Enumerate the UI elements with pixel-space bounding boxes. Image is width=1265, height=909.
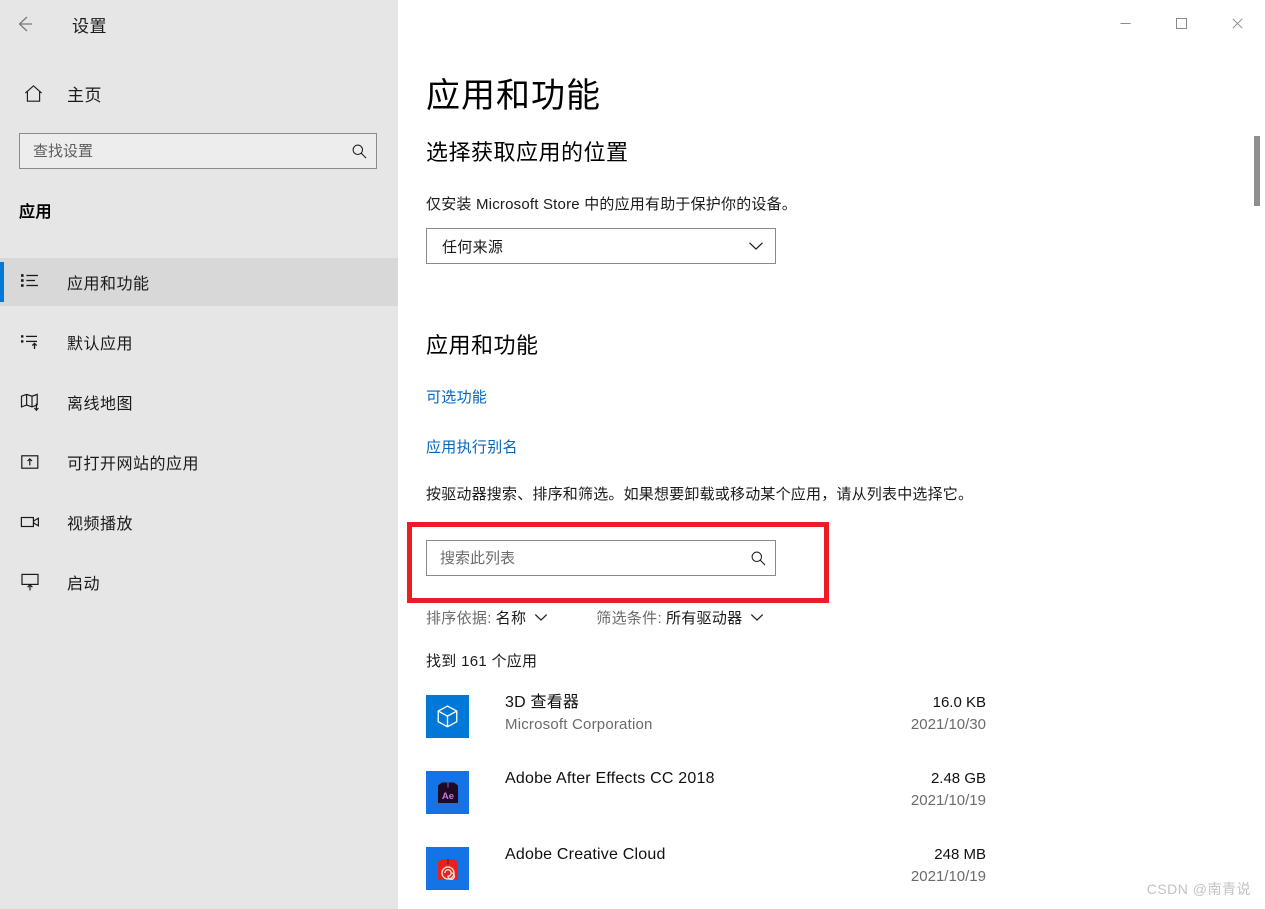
chevron-down-icon	[534, 613, 548, 622]
section-heading-apps-features: 应用和功能	[426, 333, 539, 358]
app-source-dropdown[interactable]: 任何来源	[426, 228, 776, 264]
list-bullets-icon	[19, 268, 49, 296]
svg-text:Ae: Ae	[441, 791, 453, 802]
sidebar-titlebar: 设置	[0, 0, 398, 48]
section-heading-choose-source: 选择获取应用的位置	[426, 140, 629, 165]
sidebar: 设置 主页 应用	[0, 0, 398, 909]
sidebar-item-video-playback[interactable]: 视频播放	[0, 498, 398, 546]
window-title: 设置	[72, 16, 107, 36]
sidebar-item-label: 默认应用	[67, 336, 134, 353]
app-source-value: 任何来源	[442, 238, 504, 256]
startup-icon	[19, 568, 49, 596]
video-camera-icon	[19, 508, 49, 536]
minimize-button[interactable]	[1097, 0, 1153, 46]
after-effects-icon: Ae	[426, 771, 469, 814]
sidebar-item-label: 离线地图	[67, 396, 134, 413]
app-size: 16.0 KB	[932, 694, 986, 711]
app-name: Adobe Creative Cloud	[505, 846, 666, 863]
chevron-down-icon	[748, 241, 764, 251]
apps-list-description: 按驱动器搜索、排序和筛选。如果想要卸载或移动某个应用，请从列表中选择它。	[426, 486, 974, 503]
settings-window: 设置 主页 应用	[0, 0, 1265, 909]
apps-found-count: 找到 161 个应用	[426, 653, 538, 670]
cube-3d-icon	[426, 695, 469, 738]
filter-by-value: 所有驱动器	[665, 610, 743, 627]
watermark: CSDN @南青说	[1146, 881, 1251, 897]
sidebar-item-home[interactable]: 主页	[0, 72, 398, 114]
list-item[interactable]: 3D 查看器 Microsoft Corporation 16.0 KB 202…	[426, 692, 986, 744]
sidebar-item-offline-maps[interactable]: 离线地图	[0, 378, 398, 426]
optional-features-link[interactable]: 可选功能	[426, 386, 487, 407]
section-description-choose-source: 仅安装 Microsoft Store 中的应用有助于保护你的设备。	[426, 196, 797, 213]
sidebar-item-label: 应用和功能	[67, 276, 150, 293]
main-pane: 应用和功能 选择获取应用的位置 仅安装 Microsoft Store 中的应用…	[398, 0, 1265, 909]
sidebar-item-apps-for-websites[interactable]: 可打开网站的应用	[0, 438, 398, 486]
app-size: 248 MB	[934, 846, 986, 863]
app-info: 3D 查看器 Microsoft Corporation	[505, 692, 856, 736]
app-website-icon	[19, 448, 49, 476]
sidebar-item-default-apps[interactable]: 默认应用	[0, 318, 398, 366]
app-size: 2.48 GB	[930, 770, 986, 787]
creative-cloud-icon	[426, 847, 469, 890]
sidebar-item-label: 启动	[67, 576, 101, 593]
vertical-scrollbar[interactable]	[1249, 46, 1265, 909]
sidebar-item-label: 可打开网站的应用	[67, 456, 200, 473]
scrollbar-thumb[interactable]	[1254, 136, 1260, 206]
app-info: Adobe Creative Cloud	[505, 844, 856, 866]
close-button[interactable]	[1209, 0, 1265, 46]
home-icon	[19, 79, 47, 107]
list-item[interactable]: Adobe Creative Cloud 248 MB 2021/10/19	[426, 844, 986, 896]
app-date: 2021/10/19	[910, 792, 986, 809]
app-list-search-input[interactable]	[427, 549, 741, 567]
app-list-search-box[interactable]	[426, 540, 776, 576]
app-info: Adobe After Effects CC 2018	[505, 768, 856, 790]
chevron-down-icon	[750, 613, 764, 622]
sort-by-label: 排序依据:	[426, 610, 492, 627]
window-controls	[1097, 0, 1265, 46]
maximize-button[interactable]	[1153, 0, 1209, 46]
apps-list: 3D 查看器 Microsoft Corporation 16.0 KB 202…	[426, 692, 986, 909]
app-execution-aliases-link[interactable]: 应用执行别名	[426, 436, 518, 457]
sort-by-value: 名称	[495, 610, 527, 627]
sidebar-item-apps-features[interactable]: 应用和功能	[0, 258, 398, 306]
app-date: 2021/10/30	[910, 716, 986, 733]
app-stats: 248 MB 2021/10/19	[856, 844, 986, 888]
list-filters: 排序依据: 名称 筛选条件: 所有驱动器	[426, 607, 764, 628]
app-stats: 2.48 GB 2021/10/19	[856, 768, 986, 812]
list-arrow-icon	[19, 328, 49, 356]
sidebar-item-startup[interactable]: 启动	[0, 558, 398, 606]
page-title: 应用和功能	[426, 77, 601, 115]
app-name: 3D 查看器	[505, 694, 580, 711]
sidebar-nav-list: 应用和功能 默认应用 离线地图 可打开网站的应用 视频播放 启动	[0, 258, 398, 618]
list-item[interactable]: Ae Adobe After Effects CC 2018 2.48 GB 2…	[426, 768, 986, 820]
sidebar-home-label: 主页	[67, 85, 102, 105]
settings-search-box[interactable]	[19, 133, 377, 169]
app-name: Adobe After Effects CC 2018	[505, 770, 715, 787]
search-input[interactable]	[20, 142, 342, 160]
back-icon[interactable]	[0, 0, 48, 48]
app-publisher: Microsoft Corporation	[505, 716, 653, 733]
search-icon[interactable]	[741, 541, 775, 575]
sort-by-dropdown[interactable]: 排序依据: 名称	[426, 607, 548, 628]
app-stats: 16.0 KB 2021/10/30	[856, 692, 986, 736]
app-date: 2021/10/19	[910, 868, 986, 885]
map-download-icon	[19, 388, 49, 416]
filter-by-label: 筛选条件:	[596, 610, 662, 627]
sidebar-item-label: 视频播放	[67, 516, 134, 533]
sidebar-category-header: 应用	[19, 204, 53, 221]
filter-by-dropdown[interactable]: 筛选条件: 所有驱动器	[596, 607, 764, 628]
search-icon[interactable]	[342, 134, 376, 168]
